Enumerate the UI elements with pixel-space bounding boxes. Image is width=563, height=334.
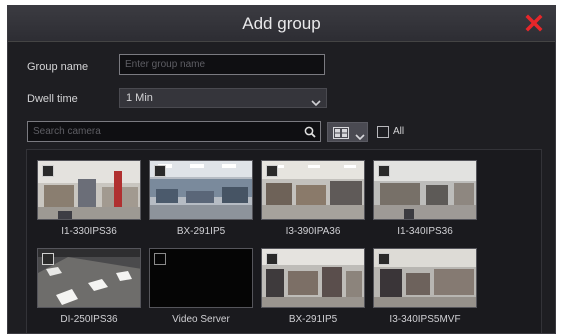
select-all-label: All (393, 126, 405, 137)
dwell-time-label: Dwell time (27, 93, 78, 105)
camera-name: I1-330IPS36 (61, 226, 117, 237)
select-all-checkbox[interactable] (377, 126, 389, 138)
grid-view-icon (333, 126, 349, 144)
camera-name: I1-340IPS36 (397, 226, 453, 237)
camera-thumbnail[interactable] (149, 248, 253, 308)
dialog-title: Add group (242, 14, 321, 33)
camera-grid: I1-330IPS36 BX-291IP5 I3-390IPA36 I1-340… (26, 149, 542, 333)
group-name-input[interactable] (119, 54, 325, 75)
camera-checkbox[interactable] (154, 253, 166, 265)
add-group-dialog: Add group Group name Dwell time 1 Min (7, 5, 556, 334)
camera-name: DI-250IPS36 (60, 314, 118, 325)
camera-thumbnail[interactable] (373, 160, 477, 220)
camera-thumbnail[interactable] (149, 160, 253, 220)
camera-thumbnail[interactable] (37, 248, 141, 308)
camera-name: I3-340IPS5MVF (389, 314, 461, 325)
search-camera-field (27, 121, 321, 142)
camera-checkbox[interactable] (266, 165, 278, 177)
chevron-down-icon (311, 94, 321, 112)
camera-thumbnail[interactable] (37, 160, 141, 220)
camera-checkbox[interactable] (42, 165, 54, 177)
camera-checkbox[interactable] (154, 165, 166, 177)
camera-checkbox[interactable] (266, 253, 278, 265)
group-name-label: Group name (27, 61, 89, 73)
dialog-titlebar: Add group (8, 6, 555, 42)
close-icon[interactable] (525, 14, 543, 32)
view-mode-dropdown[interactable] (327, 122, 368, 142)
dwell-time-value: 1 Min (126, 92, 153, 104)
camera-name: BX-291IP5 (176, 226, 226, 237)
search-icon[interactable] (304, 125, 316, 143)
search-camera-input[interactable] (28, 122, 298, 141)
camera-thumbnail[interactable] (261, 248, 365, 308)
camera-checkbox[interactable] (42, 253, 54, 265)
camera-checkbox[interactable] (378, 165, 390, 177)
camera-thumbnail[interactable] (261, 160, 365, 220)
camera-name: BX-291IP5 (288, 314, 338, 325)
camera-thumbnail[interactable] (373, 248, 477, 308)
camera-name: Video Server (172, 314, 230, 325)
camera-checkbox[interactable] (378, 253, 390, 265)
camera-name: I3-390IPA36 (285, 226, 341, 237)
chevron-down-icon (355, 128, 365, 146)
dwell-time-select[interactable]: 1 Min (119, 88, 327, 108)
